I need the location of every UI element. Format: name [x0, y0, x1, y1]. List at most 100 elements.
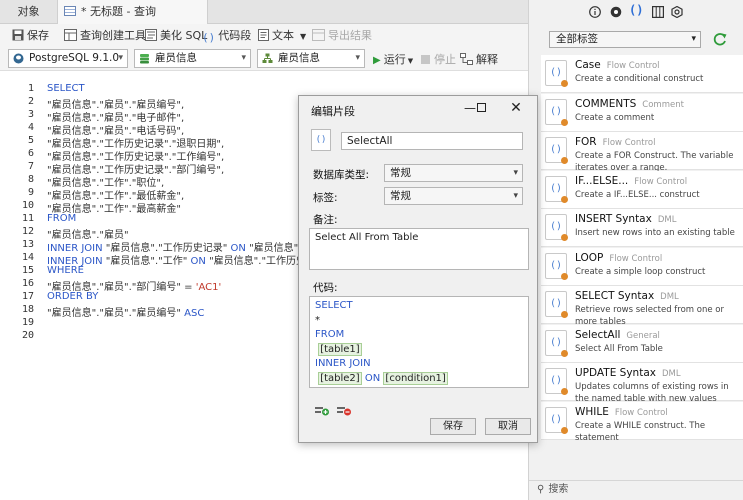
snippet-item[interactable]: () WHILE Flow Control Create a WHILE constr… — [541, 401, 743, 443]
line-number: 3 — [27, 109, 34, 120]
sql-keyword: WHERE — [47, 265, 84, 276]
placeholder-condition1[interactable]: [condition1] — [383, 371, 448, 385]
snippet-item[interactable]: () FOR Flow Control Create a FOR Construct.… — [541, 132, 743, 173]
tag-filter-select[interactable]: 全部标签 ▾ — [549, 31, 701, 48]
snippet-item[interactable]: () INSERT Syntax DML Insert new rows into a… — [541, 209, 743, 247]
export-result-button[interactable]: 导出结果 — [312, 27, 372, 44]
snippet-description: Select All From Table — [575, 343, 663, 354]
snippet-description: Create a WHILE construct. The statement — [575, 420, 706, 443]
stop-label: 停止 — [434, 53, 456, 66]
export-icon — [312, 29, 325, 41]
tab-query[interactable]: * 无标题 - 查询 — [58, 0, 208, 25]
chevron-down-icon: ▾ — [513, 191, 518, 201]
snippet-search[interactable]: ⚲ 搜索 — [529, 480, 743, 500]
snippet-category: Comment — [642, 99, 684, 110]
code-line[interactable]: SELECT — [47, 83, 85, 94]
beautify-sql-label: 美化 SQL — [160, 29, 208, 42]
snippet-item[interactable]: () LOOP Flow Control Create a simple loop c… — [541, 247, 743, 286]
snippet-title: WHILE Flow Control — [575, 406, 668, 418]
snippet-title: SelectAll General — [575, 329, 660, 341]
snippet-description: Insert new rows into an existing table — [575, 228, 735, 238]
snippet-title: LOOP Flow Control — [575, 252, 662, 264]
snippet-category: Flow Control — [634, 176, 688, 187]
line-number: 15 — [21, 265, 34, 276]
save-button[interactable]: 保存 — [12, 27, 49, 44]
toolbar-connection: PostgreSQL 9.1.0 ▾ 雇员信息 ▾ 雇员信息 ▾ ▶ 运行 ▼ 停止 解释 — [0, 47, 528, 71]
connection-value: PostgreSQL 9.1.0 — [29, 52, 120, 64]
snippet-name-input[interactable]: SelectAll — [341, 132, 523, 150]
db-type-select[interactable]: 常规 ▾ — [384, 164, 523, 182]
run-label: 运行 — [383, 53, 406, 66]
info-icon[interactable] — [589, 6, 601, 18]
save-button[interactable]: 保存 — [430, 418, 476, 435]
line-number: 10 — [21, 200, 34, 211]
snippet-item[interactable]: () COMMENTS Comment Create a comment — [541, 93, 743, 132]
code-textarea[interactable]: SELECT * FROM [table1] INNER JOIN [table… — [309, 296, 529, 388]
chevron-down-icon: ▾ — [513, 168, 518, 178]
tag-label: 标签: — [313, 192, 338, 204]
snippet-item[interactable]: () IF...ELSE... Flow Control Create a IF...… — [541, 170, 743, 209]
beautify-icon — [145, 29, 157, 41]
snippet-item[interactable]: () Case Flow Control Create a conditional c… — [541, 55, 743, 93]
snippet-category: Flow Control — [609, 253, 663, 264]
maximize-button[interactable] — [472, 99, 490, 117]
snippet-category: Flow Control — [606, 61, 660, 71]
schema-select[interactable]: 雇员信息 ▾ — [257, 49, 365, 68]
snippet-name: SelectAll — [575, 328, 621, 341]
tab-query-label: * 无标题 - 查询 — [81, 5, 156, 18]
snippet-icon: () — [545, 406, 568, 434]
database-icon — [140, 54, 149, 64]
line-number: 11 — [21, 213, 34, 224]
code-line[interactable]: FROM — [47, 213, 76, 224]
tab-objects[interactable]: 对象 — [0, 0, 58, 24]
snippet-item[interactable]: () SELECT Syntax DML Retrieve rows selected… — [541, 286, 743, 327]
text-label: 文本 — [272, 29, 294, 42]
export-result-label: 导出结果 — [328, 29, 372, 42]
code-line[interactable]: "雇员信息"."雇员"."雇员编号" ASC — [47, 304, 204, 319]
code-line[interactable]: INNER JOIN "雇员信息"."工作" ON "雇员信息"."工作历史记录 — [47, 252, 326, 267]
chevron-down-icon: ▼ — [300, 32, 307, 41]
stop-icon — [421, 55, 430, 64]
snippet-title: IF...ELSE... Flow Control — [575, 175, 687, 187]
add-placeholder-icon[interactable] — [315, 404, 329, 416]
snippet-icon: () — [545, 214, 568, 241]
settings-icon[interactable] — [671, 6, 683, 18]
placeholder-table1[interactable]: [table1] — [318, 342, 362, 356]
snippet-category: General — [626, 330, 660, 341]
code-line[interactable]: ORDER BY — [47, 291, 98, 302]
chevron-down-icon: ▾ — [241, 53, 246, 63]
query-builder-button[interactable]: 查询创建工具 — [64, 27, 146, 44]
remarks-textarea[interactable]: Select All From Table — [309, 228, 529, 270]
placeholder-table2[interactable]: [table2] — [318, 371, 362, 385]
line-number: 5 — [27, 135, 34, 146]
stop-button[interactable]: 停止 — [421, 51, 456, 68]
search-placeholder: 搜索 — [548, 484, 569, 495]
code-snippet-icon[interactable]: () — [629, 3, 643, 17]
close-button[interactable]: ✕ — [507, 99, 525, 117]
columns-icon[interactable] — [652, 6, 664, 18]
sql-keyword: ASC — [184, 308, 205, 319]
remove-placeholder-icon[interactable] — [337, 404, 351, 416]
db-type-value: 常规 — [390, 167, 411, 179]
snippet-name: Case — [575, 59, 601, 71]
snippet-icon: () — [311, 129, 331, 151]
cancel-button[interactable]: 取消 — [485, 418, 531, 435]
database-select[interactable]: 雇员信息 ▾ — [134, 49, 251, 68]
explain-button[interactable]: 解释 — [460, 51, 498, 68]
snippet-item[interactable]: () UPDATE Syntax DML Updates columns of exi… — [541, 363, 743, 404]
eye-icon[interactable] — [610, 6, 622, 18]
snippet-title: SELECT Syntax DML — [575, 290, 679, 302]
play-icon: ▶ — [373, 55, 381, 66]
dialog-title: 编辑片段 — [311, 105, 355, 118]
run-button[interactable]: ▶ 运行 ▼ — [373, 51, 413, 68]
query-builder-label: 查询创建工具 — [80, 29, 146, 42]
snippet-icon: () — [545, 98, 568, 126]
tag-select[interactable]: 常规 ▾ — [384, 187, 523, 205]
beautify-sql-button[interactable]: 美化 SQL — [145, 27, 207, 44]
refresh-icon[interactable] — [712, 31, 728, 47]
text-button[interactable]: 文本 ▼ — [258, 27, 306, 44]
snippet-item[interactable]: () SelectAll General Select All From Table — [541, 324, 743, 363]
code-line[interactable]: WHERE — [47, 265, 84, 276]
code-snippet-button[interactable]: () 代码段 — [202, 27, 251, 44]
connection-select[interactable]: PostgreSQL 9.1.0 ▾ — [8, 49, 128, 68]
